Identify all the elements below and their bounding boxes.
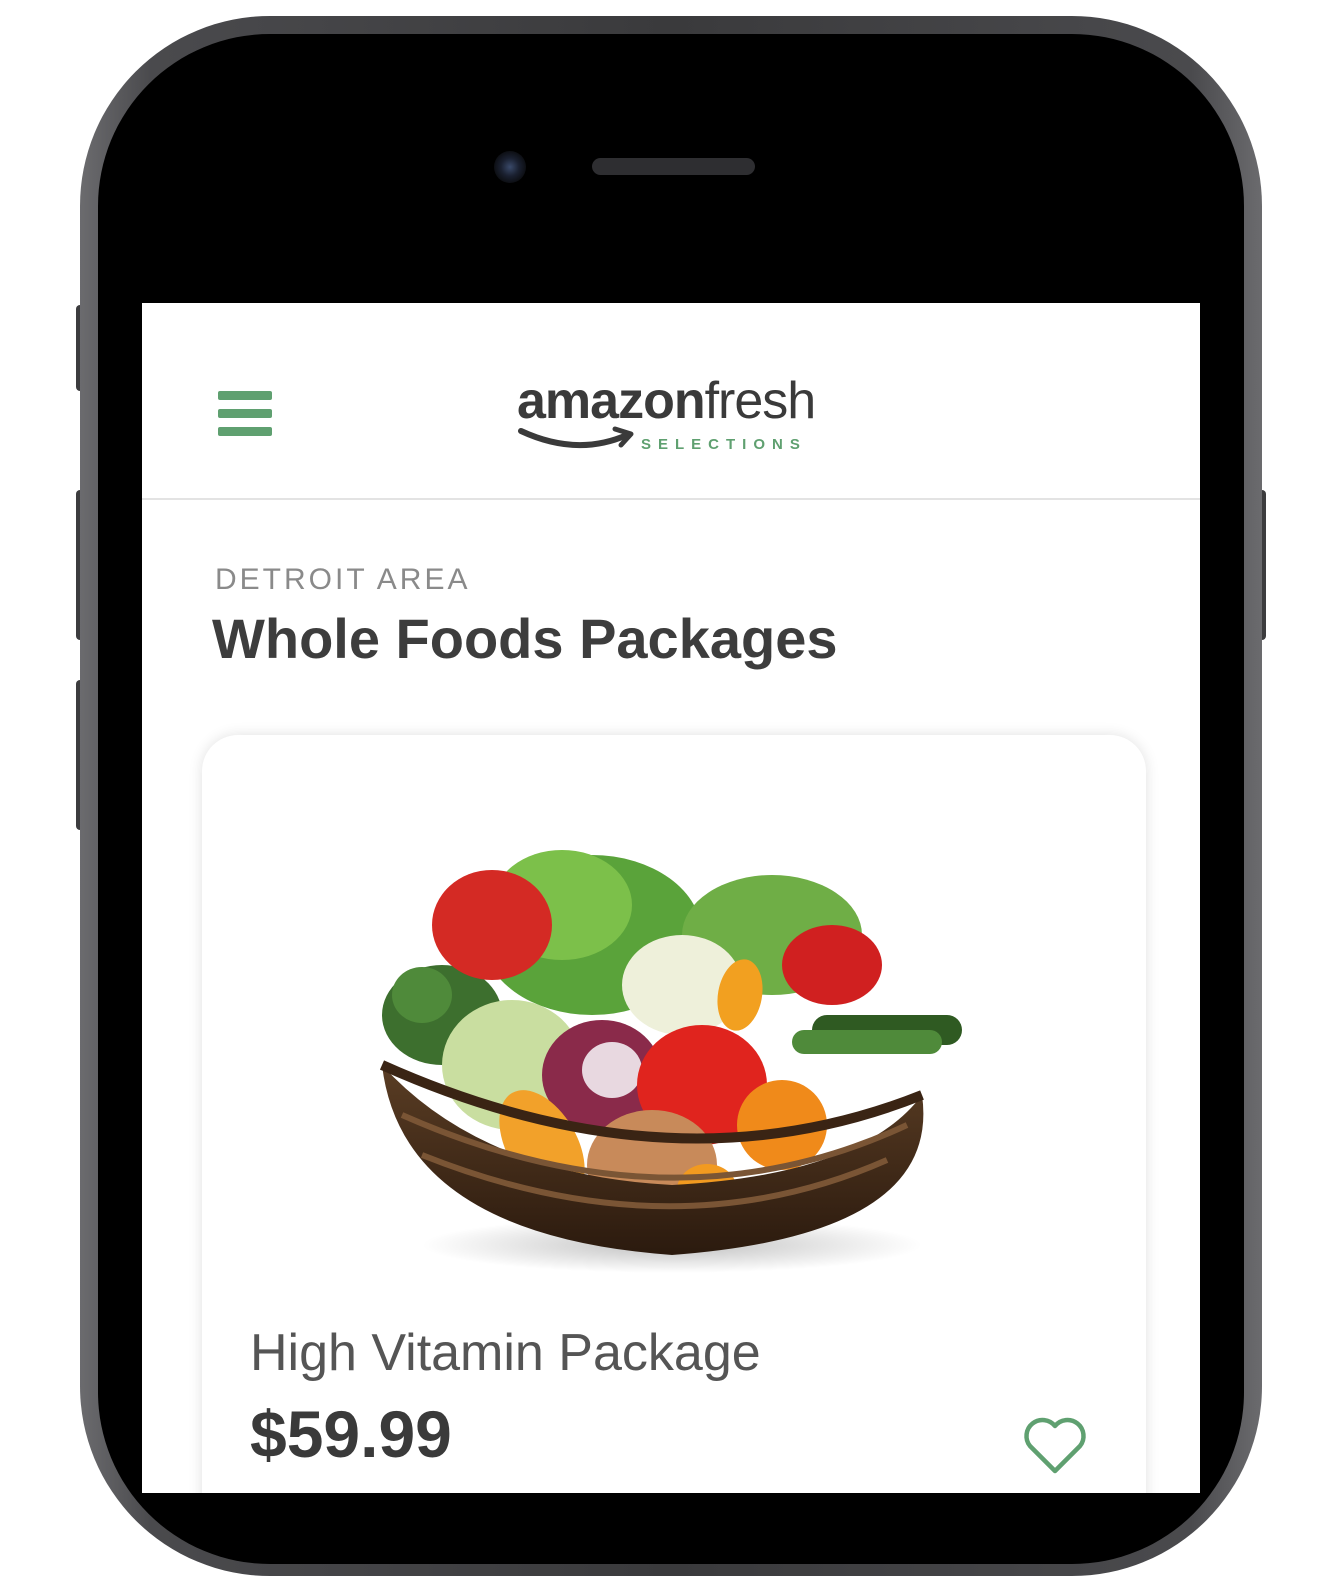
front-camera-icon <box>494 151 526 183</box>
amazon-smile-icon <box>518 426 634 449</box>
heart-icon[interactable] <box>1022 1415 1088 1475</box>
app-header: amazonfresh SELECTIONS <box>142 303 1200 500</box>
region-label: DETROIT AREA <box>215 563 471 596</box>
vegetable-basket-image <box>379 850 962 1273</box>
product-price: $59.99 <box>250 1397 452 1471</box>
amazonfresh-logo[interactable]: amazonfresh SELECTIONS <box>517 375 837 465</box>
logo-wordmark: amazonfresh <box>517 372 816 430</box>
app-screen: amazonfresh SELECTIONS DETROIT AREA Whol… <box>142 303 1200 1493</box>
product-card[interactable]: High Vitamin Package $59.99 <box>202 735 1146 1493</box>
earpiece-speaker <box>592 158 755 175</box>
page-title: Whole Foods Packages <box>212 607 838 670</box>
product-name: High Vitamin Package <box>250 1324 761 1382</box>
logo-subtitle: SELECTIONS <box>641 436 807 453</box>
hamburger-menu-icon[interactable] <box>218 391 272 437</box>
